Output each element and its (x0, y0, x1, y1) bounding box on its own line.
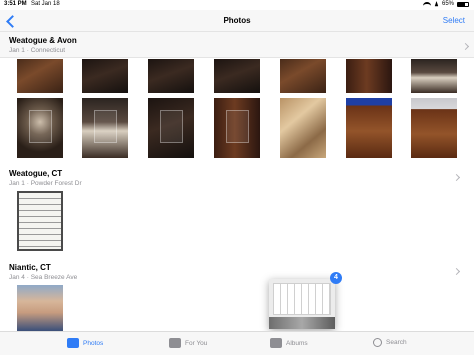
battery-icon (457, 1, 469, 7)
tab-albums[interactable]: Albums (270, 338, 308, 348)
section-title: Weatogue & Avon (9, 36, 77, 45)
page-title: Photos (223, 16, 251, 25)
albums-icon (270, 338, 282, 348)
photo-thumbnail[interactable] (17, 59, 63, 93)
status-date: Sat Jan 18 (31, 1, 60, 7)
drag-count-badge: 4 (330, 272, 342, 284)
floor-plan-preview (273, 283, 331, 315)
section-place: Sea Breeze Ave (30, 274, 78, 281)
section-date: Jan 1 (9, 180, 25, 187)
tab-search[interactable]: Search (373, 338, 407, 347)
section-header-weatogue-ct[interactable]: Weatogue, CT Jan 1 · Powder Forest Dr (9, 165, 465, 189)
tab-photos[interactable]: Photos (67, 338, 103, 348)
photo-thumbnail[interactable] (280, 59, 326, 93)
photo-thumbnail[interactable] (411, 59, 457, 93)
section-header-weatogue-avon[interactable]: Weatogue & Avon Jan 1 · Connecticut (0, 32, 474, 58)
section-subtitle: Jan 1 · Connecticut (9, 46, 474, 55)
section-date: Jan 4 (9, 274, 25, 281)
dragged-photo-stack[interactable] (269, 279, 335, 329)
tab-label: Photos (83, 339, 104, 347)
section-title: Weatogue, CT (9, 169, 63, 178)
battery-percent: 65% (441, 1, 454, 7)
separator-dot: · (26, 180, 29, 187)
section-place: Powder Forest Dr (30, 180, 82, 187)
nav-bar: Photos Select (0, 10, 474, 32)
photo-thumbnail[interactable] (214, 98, 260, 158)
tab-label: Search (386, 339, 407, 346)
select-button[interactable]: Select (443, 16, 465, 25)
section-place: Connecticut (30, 47, 66, 54)
section-date: Jan 1 (9, 47, 25, 54)
status-indicators: 65% (422, 0, 469, 7)
photos-icon (67, 338, 79, 348)
tab-label: Albums (286, 339, 308, 347)
photo-thumbnail[interactable] (17, 98, 63, 158)
wifi-icon (422, 1, 431, 7)
separator-dot: · (26, 47, 29, 54)
photo-thumbnail[interactable] (346, 59, 392, 93)
status-bar: 3:51 PM Sat Jan 18 65% (0, 0, 474, 10)
photo-thumbnail[interactable] (82, 59, 128, 93)
tab-bar: Photos For You Albums Search (0, 331, 474, 355)
photo-thumbnail[interactable] (214, 59, 260, 93)
section-title: Niantic, CT (9, 263, 51, 272)
separator-dot: · (26, 274, 29, 281)
photo-thumbnail[interactable] (82, 98, 128, 158)
for-you-icon (169, 338, 181, 348)
section-subtitle: Jan 4 · Sea Breeze Ave (9, 273, 465, 282)
photo-thumbnail[interactable] (148, 59, 194, 93)
status-time: 3:51 PM (4, 1, 27, 7)
section-subtitle: Jan 1 · Powder Forest Dr (9, 179, 465, 188)
photo-thumbnail[interactable] (280, 98, 326, 158)
location-icon (433, 0, 440, 7)
photo-preview-floor (269, 317, 335, 329)
search-icon (373, 338, 382, 347)
section-header-niantic-ct[interactable]: Niantic, CT Jan 4 · Sea Breeze Ave (9, 259, 465, 283)
photo-thumbnail[interactable] (346, 98, 392, 158)
photo-thumbnail[interactable] (17, 285, 63, 331)
tab-label: For You (185, 339, 208, 347)
photo-thumbnail[interactable] (411, 98, 457, 158)
photo-thumbnail[interactable] (17, 191, 63, 251)
tab-for-you[interactable]: For You (169, 338, 207, 348)
photo-thumbnail[interactable] (148, 98, 194, 158)
